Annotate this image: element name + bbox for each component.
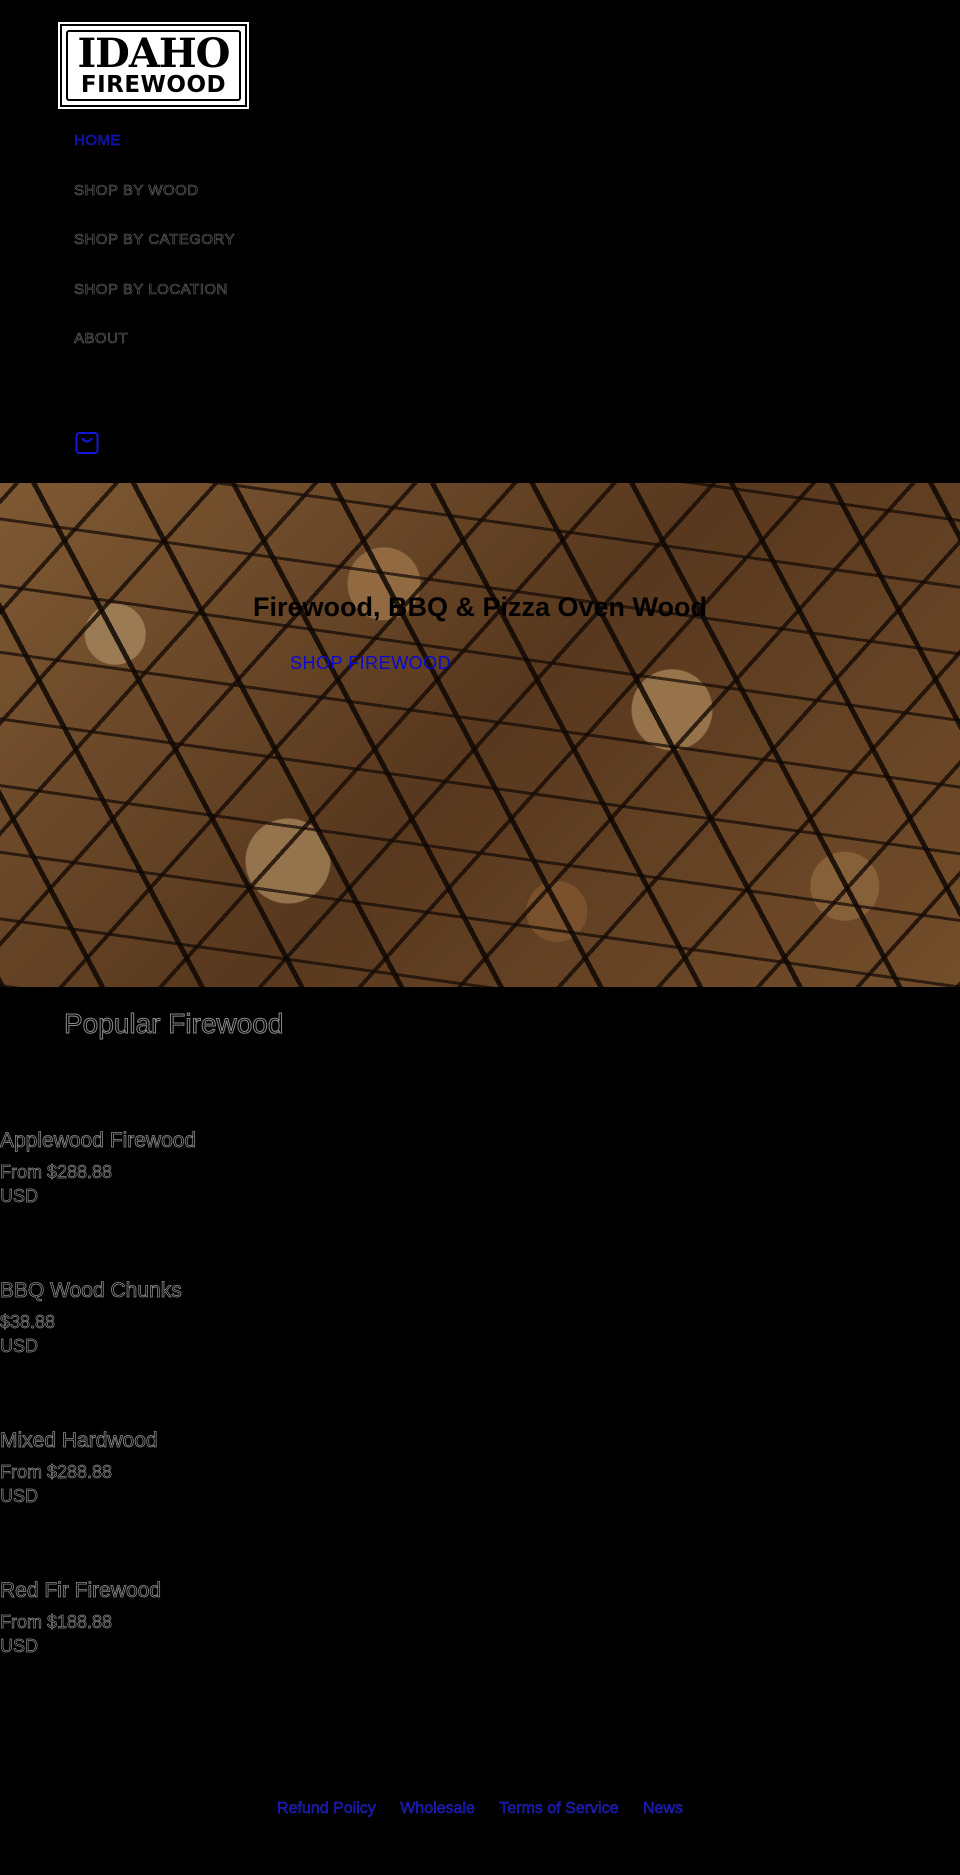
price-amount: From $188.88 (0, 1612, 113, 1633)
site-logo[interactable]: IDAHO FIREWOOD (58, 22, 249, 109)
nav-item-about[interactable]: ABOUT (74, 326, 235, 376)
price-currency: USD (0, 1636, 39, 1657)
hero-banner-image (0, 483, 960, 987)
page: IDAHO FIREWOOD HOME SHOP BY WOOD SHOP BY… (0, 0, 960, 1875)
product-name[interactable]: Mixed Hardwood (0, 1428, 400, 1454)
product-card: Applewood Firewood From $288.88 USD (0, 1128, 400, 1208)
product-price: From $188.88 USD (0, 1610, 400, 1658)
price-currency: USD (0, 1486, 39, 1507)
footer-link-wholesale[interactable]: Wholesale (400, 1800, 475, 1818)
hero-title: Firewood, BBQ & Pizza Oven Wood (252, 592, 708, 622)
nav-item-shop-by-location[interactable]: SHOP BY LOCATION (74, 277, 235, 327)
price-currency: USD (0, 1336, 39, 1357)
shopping-bag-icon (75, 432, 99, 454)
footer-link-refund-policy[interactable]: Refund Policy (277, 1800, 376, 1818)
product-card: Mixed Hardwood From $288.88 USD (0, 1428, 400, 1508)
product-price: From $288.88 USD (0, 1460, 400, 1508)
product-price: $38.88 USD (0, 1310, 400, 1358)
product-card: Red Fir Firewood From $188.88 USD (0, 1578, 400, 1658)
product-price: From $288.88 USD (0, 1160, 400, 1208)
popular-section-title: Popular Firewood (63, 1008, 284, 1040)
product-name[interactable]: Red Fir Firewood (0, 1578, 400, 1604)
price-amount: From $288.88 (0, 1162, 113, 1183)
footer-link-terms-of-service[interactable]: Terms of Service (499, 1800, 619, 1818)
main-nav: HOME SHOP BY WOOD SHOP BY CATEGORY SHOP … (74, 128, 235, 376)
price-amount: $38.88 (0, 1312, 56, 1333)
cart-button[interactable] (74, 430, 100, 456)
nav-item-home[interactable]: HOME (74, 128, 235, 178)
product-name[interactable]: BBQ Wood Chunks (0, 1278, 400, 1304)
shop-firewood-button[interactable]: SHOP FIREWOOD (290, 653, 451, 674)
logo-text-line2: FIREWOOD (80, 71, 227, 98)
product-card: BBQ Wood Chunks $38.88 USD (0, 1278, 400, 1358)
logo-text-line1: IDAHO (77, 29, 230, 77)
nav-item-shop-by-category[interactable]: SHOP BY CATEGORY (74, 227, 235, 277)
footer-links: Refund Policy Wholesale Terms of Service… (0, 1800, 960, 1818)
price-amount: From $288.88 (0, 1462, 113, 1483)
price-currency: USD (0, 1186, 39, 1207)
nav-item-shop-by-wood[interactable]: SHOP BY WOOD (74, 178, 235, 228)
product-name[interactable]: Applewood Firewood (0, 1128, 400, 1154)
footer-link-news[interactable]: News (643, 1800, 683, 1818)
